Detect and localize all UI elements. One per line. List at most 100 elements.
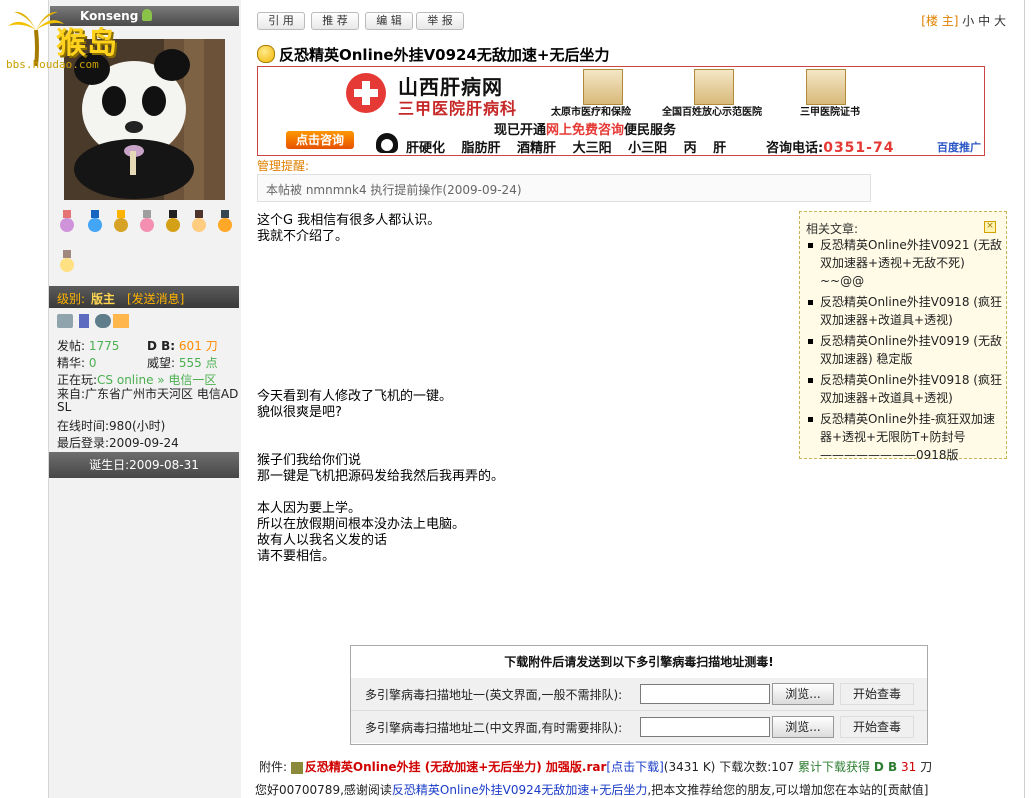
stat-posts: 发帖: 1775 [57,337,119,354]
stat-value: 0 [88,356,97,370]
post-line: 请不要相信。 [257,549,336,564]
rar-file-icon [290,761,303,774]
browse-button[interactable]: 浏览... [772,716,834,738]
quote-button[interactable]: 引 用 [257,12,305,30]
post-content: 引 用 推 荐 编 辑 举 报 [楼 主] 小 中 大 反恐精英Online外挂… [241,0,1024,798]
recommend-button[interactable]: 推 荐 [311,12,359,30]
scan-file-input[interactable] [640,717,770,737]
user-sidebar: Konseng 级别: 版主 [发送消息] 发帖: 1775 D B: 601 … [48,0,242,798]
related-link[interactable]: 反恐精英Online外挂-疯狂双加速器+透视+无限防T+防封号————————0… [806,410,1004,464]
related-link[interactable]: 反恐精英Online外挂V0921 (无敌双加速器+透视+无敌不死) ~~@@ [806,236,1004,290]
start-scan-button[interactable]: 开始查毒 [840,716,914,738]
attachment-line: 附件: 反恐精英Online外挂 (无敌加速+无后坐力) 加强版.rar[点击下… [259,758,932,775]
admin-notice-label: 管理提醒: [257,159,310,173]
related-title: 相关文章: [806,222,859,236]
post-line: 猴子们我给你们说 [257,453,362,468]
db-label: D B [873,760,898,774]
floor-label: [楼 主] [921,14,959,28]
ad-caption: 全国百姓放心示范医院 [662,107,762,118]
banner-ad[interactable]: 山西肝病网 三甲医院肝病科 太原市医疗和保险 全国百姓放心示范医院 三甲医院证书… [257,66,985,156]
post-paragraph: 今天看到有人修改了飞机的一键。 貌似很爽是吧? [257,389,452,421]
admin-notice-box: 本帖被 nmnmnk4 执行提前操作(2009-09-24) [257,174,871,202]
smiley-icon [257,45,275,63]
related-link[interactable]: 反恐精英Online外挂V0918 (疯狂双加速器+改道具+透视) [806,293,1004,329]
post-line: 貌似很爽是吧? [257,405,342,420]
medal-badge-icon[interactable] [111,210,131,234]
stat-label: 来自: [57,387,86,401]
thanks-line: 您好00700789,感谢阅读反恐精英Online外挂V0924无敌加速+无后坐… [255,781,928,798]
site-logo[interactable]: 猴岛 bbs.houdao.com [6,8,156,71]
download-link[interactable]: [点击下载] [606,760,663,774]
scan-label: 多引擎病毒扫描地址一(英文界面,一般不需排队): [365,688,623,702]
message-icon[interactable] [79,314,89,328]
level-value: 版主 [91,292,116,306]
stat-label: 最后登录: [57,436,110,450]
attachment-link[interactable]: 反恐精英Online外挂 (无敌加速+无后坐力) 加强版.rar [305,760,607,774]
related-link[interactable]: 反恐精英Online外挂V0918 (疯狂双加速器+改道具+透视) [806,371,1004,407]
blog-icon[interactable] [113,314,129,328]
post-paragraph: 本人因为要上学。 所以在放假期间根本没办法上电脑。 故有人以我名义发的话 请不要… [257,501,465,565]
add-friend-icon[interactable] [95,314,111,328]
post-line: 故有人以我名义发的话 [257,533,388,548]
ad-caption: 三甲医院证书 [800,107,860,118]
related-link[interactable]: 反恐精英Online外挂V0919 (无敌双加速器) 稳定版 [806,332,1004,368]
medal-badge-icon[interactable] [189,210,209,234]
stat-value: 广东省广州市天河区 电信ADSL [57,387,239,414]
logo-text: 猴岛 [56,26,118,61]
floor-controls: [楼 主] 小 中 大 [921,12,1006,29]
font-size-medium[interactable]: 中 [978,14,990,28]
close-icon[interactable]: × [984,221,996,233]
post-line: 我就不介绍了。 [257,229,349,244]
post-line: 今天看到有人修改了飞机的一键。 [257,389,453,404]
medal-badge-icon[interactable] [137,210,157,234]
related-articles: 相关文章: × 反恐精英Online外挂V0921 (无敌双加速器+透视+无敌不… [799,211,1007,462]
stat-from: 来自:广东省广州市天河区 电信ADSL [57,388,239,414]
level-bar: 级别: 版主 [发送消息] [49,286,239,308]
ad-top: 山西肝病网 三甲医院肝病科 太原市医疗和保险 全国百姓放心示范医院 三甲医院证书 [258,67,984,119]
db-unit: 刀 [920,760,933,774]
qq-penguin-belly [381,139,393,151]
post-line: 这个G 我相信有很多人都认识。 [257,213,441,228]
stat-prestige: 威望: 555 点 [147,354,218,371]
browse-button[interactable]: 浏览... [772,683,834,705]
ad-phone: 咨询电话:0351-74 [766,137,894,156]
stat-online-time: 在线时间:980(小时) [57,417,165,434]
post-paragraph: 猴子们我给你们说 那一键是飞机把源码发给我然后我再弄的。 [257,453,504,485]
download-count: 下载次数:107 [719,760,795,774]
stat-playing: 正在玩:CS online » 电信一区 [57,371,216,388]
stat-label: 发帖: [57,339,86,353]
medal-badge-icon[interactable] [57,250,77,274]
thanks-link[interactable]: 反恐精英Online外挂V0924无敌加速+无后坐力 [392,783,648,797]
medal-badge-icon[interactable] [215,210,235,234]
scan-label: 多引擎病毒扫描地址二(中文界面,有时需要排队): [365,721,623,735]
medal-badge-icon[interactable] [57,210,77,234]
post-line: 那一键是飞机把源码发给我然后我再弄的。 [257,469,505,484]
medal-badge-icon[interactable] [163,210,183,234]
certificate-image [583,69,623,105]
font-size-large[interactable]: 大 [994,14,1006,28]
stat-value: 555 点 [178,356,218,370]
profile-card-icon[interactable] [57,314,73,328]
birthday-bar: 诞生日:2009-08-31 [49,452,239,478]
stat-value: 601 刀 [178,339,218,353]
stat-label: 正在玩: [57,373,98,387]
playing-link[interactable]: CS online » 电信一区 [97,373,216,387]
ad-headline-b: 网上免费咨询 [546,123,625,138]
baidu-promo-label[interactable]: 百度推广 [898,139,984,155]
report-button[interactable]: 举 报 [416,12,464,30]
stat-value: 2009-09-24 [109,436,179,450]
scan-file-input[interactable] [640,684,770,704]
start-scan-button[interactable]: 开始查毒 [840,683,914,705]
ad-phone-label: 咨询电话: [766,141,824,156]
consult-button[interactable]: 点击咨询 [286,131,354,149]
certificate-image [806,69,846,105]
edit-button[interactable]: 编 辑 [365,12,413,30]
post-line: 所以在放假期间根本没办法上电脑。 [257,517,466,532]
ad-caption: 太原市医疗和保险 [551,107,631,118]
font-size-small[interactable]: 小 [962,14,974,28]
medal-badge-icon[interactable] [85,210,105,234]
virus-scan-row: 多引擎病毒扫描地址一(英文界面,一般不需排队): 浏览... 开始查毒 [351,678,927,711]
left-margin [0,0,48,798]
logo-url: bbs.houdao.com [6,58,99,71]
send-message-link[interactable]: [发送消息] [127,290,184,307]
